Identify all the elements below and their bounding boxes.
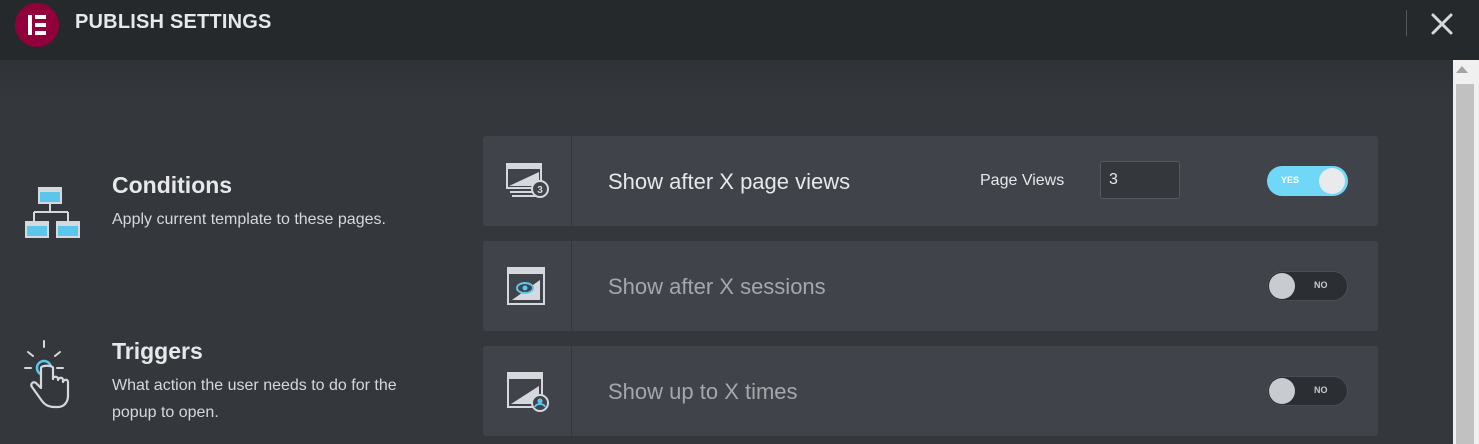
sidebar-item-description: What action the user needs to do for the… bbox=[112, 377, 397, 421]
rule-label: Show after X page views bbox=[608, 169, 851, 194]
sidebar-item-description: Apply current template to these pages. bbox=[112, 211, 386, 228]
modal-header: PUBLISH SETTINGS bbox=[0, 0, 1479, 60]
toggle-knob bbox=[1269, 273, 1295, 299]
toggle-state: YES bbox=[1281, 175, 1300, 185]
page-views-input[interactable] bbox=[1100, 161, 1180, 199]
toggle-state: NO bbox=[1314, 280, 1328, 290]
page-views-icon: 3 bbox=[483, 136, 572, 226]
sessions-icon bbox=[483, 241, 572, 331]
sessions-toggle[interactable]: NO bbox=[1267, 271, 1348, 301]
sidebar-item-title: Triggers bbox=[112, 338, 203, 364]
svg-text:3: 3 bbox=[537, 185, 543, 196]
rule-label: Show up to X times bbox=[608, 379, 798, 404]
toggle-state: NO bbox=[1314, 385, 1328, 395]
elementor-logo bbox=[15, 3, 59, 47]
user-times-icon bbox=[483, 346, 572, 436]
tap-hand-icon bbox=[22, 338, 86, 423]
modal-title: PUBLISH SETTINGS bbox=[75, 11, 272, 33]
rule-row-sessions: Show after X sessions NO bbox=[483, 241, 1378, 331]
page-views-toggle[interactable]: YES bbox=[1267, 166, 1348, 196]
rule-row-times: Show up to X times NO bbox=[483, 346, 1378, 436]
close-icon[interactable] bbox=[1428, 10, 1456, 38]
toggle-knob bbox=[1319, 168, 1345, 194]
page-views-label: Page Views bbox=[980, 172, 1065, 189]
scroll-up-arrow-icon[interactable] bbox=[1456, 66, 1468, 73]
sidebar-item-title: Conditions bbox=[112, 172, 233, 198]
toggle-knob bbox=[1269, 378, 1295, 404]
rule-label: Show after X sessions bbox=[608, 274, 826, 299]
rule-row-page-views: 3 Show after X page views Page Views YES bbox=[483, 136, 1378, 226]
sitemap-icon bbox=[22, 172, 86, 249]
scrollbar-thumb[interactable] bbox=[1456, 84, 1474, 444]
times-toggle[interactable]: NO bbox=[1267, 376, 1348, 406]
header-divider bbox=[1406, 10, 1407, 36]
